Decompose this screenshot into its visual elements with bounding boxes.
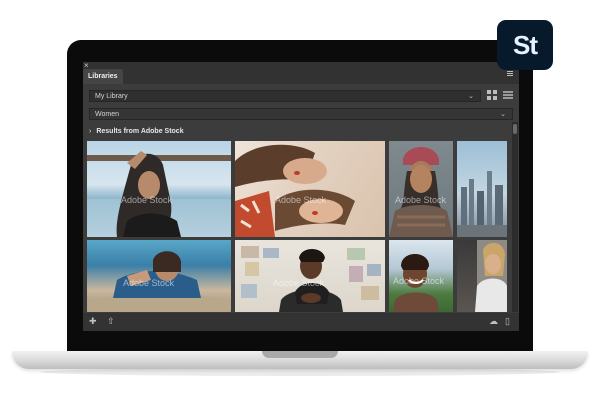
stock-photo[interactable]	[457, 141, 507, 237]
stock-photo[interactable]: Adobe Stock	[389, 240, 453, 312]
stock-photo[interactable]: Adobe Stock	[87, 240, 231, 312]
stock-photo[interactable]: Adobe Stock	[235, 240, 385, 312]
results-heading[interactable]: › Results from Adobe Stock	[89, 128, 184, 135]
list-view-icon[interactable]	[503, 91, 513, 101]
creative-cloud-icon[interactable]: ☁	[489, 316, 498, 327]
photo-watermark: Adobe Stock	[121, 195, 173, 205]
photo-watermark: Adobe Stock	[273, 278, 325, 288]
chevron-down-icon: ⌄	[468, 93, 474, 100]
tab-libraries[interactable]: Libraries	[83, 69, 123, 84]
photo-watermark: Adobe Stock	[275, 195, 327, 205]
photo-watermark: Adobe Stock	[393, 276, 445, 286]
search-input[interactable]: Women ⌄	[89, 108, 513, 120]
trash-icon[interactable]: ▯	[505, 316, 510, 327]
stock-photo[interactable]	[457, 240, 507, 312]
panel-menu-icon[interactable]	[507, 71, 513, 77]
add-icon[interactable]: ✚	[89, 316, 97, 327]
upload-icon[interactable]: ⇧	[107, 316, 115, 327]
libraries-panel: × Libraries My Library ⌄ Women ⌄ › Result…	[83, 62, 519, 331]
stock-app-icon: St	[497, 20, 553, 70]
library-select-value: My Library	[95, 93, 128, 100]
chevron-right-icon: ›	[89, 128, 92, 135]
stock-photo[interactable]: Adobe Stock	[389, 141, 453, 237]
photo-watermark: Adobe Stock	[395, 195, 447, 205]
panel-header: × Libraries	[83, 62, 519, 84]
stock-photo[interactable]: Adobe Stock	[235, 141, 385, 237]
laptop-shadow	[40, 368, 560, 376]
chevron-down-icon: ⌄	[500, 111, 506, 118]
grid-view-icon[interactable]	[487, 90, 498, 101]
photo-watermark: Adobe Stock	[123, 278, 175, 288]
stock-photo[interactable]: Adobe Stock	[87, 141, 231, 237]
scrollbar[interactable]	[512, 122, 518, 312]
results-heading-label: Results from Adobe Stock	[96, 128, 184, 135]
panel-footer: ✚ ⇧ ☁ ▯	[83, 313, 519, 331]
search-input-value: Women	[95, 111, 119, 118]
laptop-notch	[262, 351, 338, 358]
library-select[interactable]: My Library ⌄	[89, 90, 481, 102]
